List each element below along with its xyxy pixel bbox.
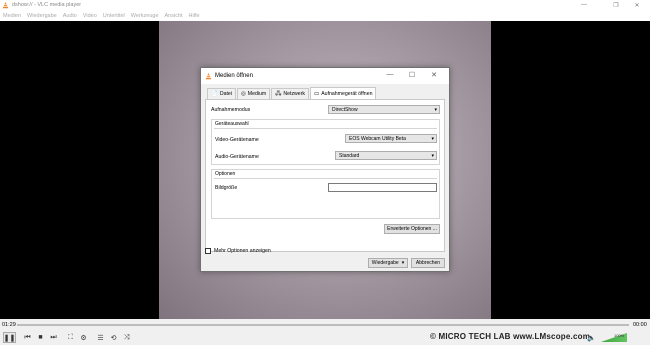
chevron-down-icon: ▾ [401,260,405,266]
menu-bar: Medien Wiedergabe Audio Video Untertitel… [0,10,650,21]
capture-device-icon: ▭ [314,90,320,97]
tab-label: Aufnahmegerät öffnen [321,90,373,97]
loop-button[interactable]: ⟲ [108,332,119,343]
menu-audio[interactable]: Audio [63,13,77,19]
dialog-close-button[interactable]: ✕ [425,71,443,79]
pause-icon: ❚❚ [3,334,16,342]
image-size-input[interactable] [328,183,437,192]
seek-slider[interactable] [17,324,629,326]
group-divider [214,178,437,179]
vlc-cone-icon [2,1,9,8]
pause-button[interactable]: ❚❚ [3,332,16,343]
play-button-label: Wiedergabe [371,260,399,266]
dialog-maximize-button[interactable]: ☐ [403,71,421,79]
volume-percent: 100% [614,333,625,338]
tab-medium[interactable]: ◎ Medium [236,88,271,99]
menu-wiedergabe[interactable]: Wiedergabe [27,13,57,19]
stop-button[interactable]: ■ [35,332,46,343]
menu-medien[interactable]: Medien [3,13,21,19]
equalizer-icon: ⚙ [80,334,87,342]
speaker-icon[interactable]: 🔈 [586,332,597,343]
open-media-dialog: Medien öffnen — ☐ ✕ 📄 Datei ◎ Medium 🖧 N… [200,67,450,272]
dialog-titlebar: Medien öffnen — ☐ ✕ [201,68,449,84]
window-titlebar: dshow:// - VLC media player [0,0,650,10]
chevron-down-icon: ▾ [434,107,437,113]
capture-mode-label: Aufnahmemodus [211,107,251,113]
chevron-down-icon: ▾ [431,153,434,159]
device-selection-title: Geräteauswahl [215,121,249,127]
window-title: dshow:// - VLC media player [12,2,82,8]
seek-bar: 01:29 00:00 [0,319,650,330]
remaining-time: 00:00 [633,322,647,328]
chevron-down-icon: ▾ [431,136,434,142]
capture-device-panel: Aufnahmemodus DirectShow ▾ Geräteauswahl… [205,99,445,252]
advanced-options-button[interactable]: Erweiterte Optionen ... [384,224,440,234]
previous-icon: ⏮ [24,333,31,341]
device-selection-group: Geräteauswahl Video-Gerätename EOS Webca… [211,119,440,165]
next-icon: ⏭ [50,333,57,341]
more-options-label: Mehr Optionen anzeigen [214,248,271,254]
dialog-tabs: 📄 Datei ◎ Medium 🖧 Netzwerk ▭ Aufnahmege… [207,87,377,99]
menu-ansicht[interactable]: Ansicht [165,13,183,19]
video-device-select[interactable]: EOS Webcam Utility Beta ▾ [345,134,437,143]
dialog-minimize-button[interactable]: — [381,71,399,78]
play-dropdown-button[interactable]: Wiedergabe ▾ [368,258,408,268]
image-size-label: Bildgröße [215,185,238,191]
file-icon: 📄 [211,91,218,97]
audio-device-value: Standard [339,152,360,159]
disc-icon: ◎ [240,91,246,97]
playlist-button[interactable]: ☰ [95,332,106,343]
menu-video[interactable]: Video [83,13,97,19]
playlist-icon: ☰ [97,334,104,342]
tab-label: Netzwerk [283,91,306,97]
dialog-title: Medien öffnen [215,73,253,79]
audio-device-label: Audio-Gerätename [215,154,259,160]
next-button[interactable]: ⏭ [48,332,59,343]
fullscreen-button[interactable]: ⛶ [65,332,76,343]
options-title: Optionen [215,171,236,177]
shuffle-button[interactable]: ⤨ [121,332,132,343]
vlc-cone-icon [205,72,212,79]
menu-hilfe[interactable]: Hilfe [189,13,200,19]
loop-icon: ⟲ [110,334,117,342]
group-divider [214,128,437,129]
cancel-button[interactable]: Abbrechen [411,258,445,268]
extended-settings-button[interactable]: ⚙ [78,332,89,343]
video-device-label: Video-Gerätename [215,137,259,143]
tab-capture-device[interactable]: ▭ Aufnahmegerät öffnen [310,87,377,99]
window-minimize-button[interactable]: — [571,0,597,10]
more-options-checkbox[interactable] [205,248,211,254]
fullscreen-icon: ⛶ [68,333,73,341]
video-device-value: EOS Webcam Utility Beta [349,135,406,142]
menu-untertitel[interactable]: Untertitel [103,13,125,19]
capture-mode-value: DirectShow [332,106,358,113]
elapsed-time: 01:29 [2,322,16,328]
audio-device-select[interactable]: Standard ▾ [335,151,437,160]
control-bar: ❚❚ ⏮ ■ ⏭ ⛶ ⚙ ☰ ⟲ ⤨ © MICRO TECH LAB www.… [0,330,650,345]
window-close-button[interactable]: ✕ [624,0,650,10]
tab-datei[interactable]: 📄 Datei [207,88,236,99]
options-group: Optionen Bildgröße [211,169,440,219]
tab-label: Medium [247,91,267,97]
watermark-text: © MICRO TECH LAB www.LMscope.com [430,332,591,341]
menu-werkzeuge[interactable]: Werkzeuge [131,13,159,19]
tab-netzwerk[interactable]: 🖧 Netzwerk [271,88,310,99]
capture-mode-select[interactable]: DirectShow ▾ [328,105,440,114]
previous-button[interactable]: ⏮ [22,332,33,343]
network-icon: 🖧 [275,90,282,97]
shuffle-icon: ⤨ [123,333,130,341]
stop-icon: ■ [38,334,43,341]
tab-label: Datei [219,91,232,97]
